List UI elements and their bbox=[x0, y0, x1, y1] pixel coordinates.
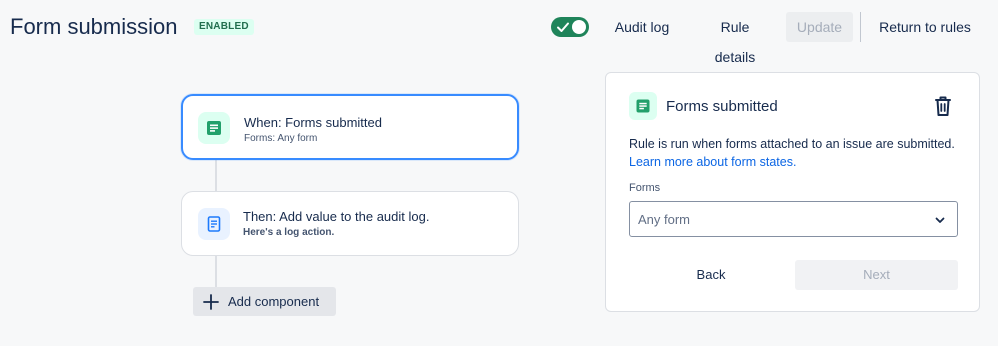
rule-enabled-toggle[interactable] bbox=[551, 17, 589, 37]
back-button[interactable]: Back bbox=[666, 260, 756, 290]
learn-more-link[interactable]: Learn more about form states. bbox=[629, 155, 796, 169]
check-icon bbox=[557, 22, 569, 32]
trigger-node[interactable]: When: Forms submitted Forms: Any form bbox=[181, 94, 519, 160]
panel-title: Forms submitted bbox=[666, 98, 778, 115]
log-icon bbox=[198, 208, 230, 240]
form-icon bbox=[198, 112, 230, 144]
node-subtitle: Forms: Any form bbox=[244, 133, 318, 144]
node-title: When: Forms submitted bbox=[244, 115, 382, 130]
add-component-button[interactable]: Add component bbox=[193, 287, 336, 316]
panel-description: Rule is run when forms attached to an is… bbox=[629, 135, 959, 171]
trash-icon[interactable] bbox=[933, 94, 953, 118]
flow-connector bbox=[215, 160, 217, 191]
page-title: Form submission bbox=[10, 14, 178, 39]
action-node[interactable]: Then: Add value to the audit log. Here's… bbox=[181, 191, 519, 256]
status-badge: ENABLED bbox=[194, 19, 254, 35]
form-icon bbox=[629, 92, 657, 120]
forms-select[interactable]: Any form bbox=[629, 201, 958, 237]
update-button[interactable]: Update bbox=[786, 12, 853, 42]
node-title: Then: Add value to the audit log. bbox=[243, 209, 430, 224]
node-subtitle: Here's a log action. bbox=[243, 227, 335, 238]
header: Form submission ENABLED Audit log Rule d… bbox=[0, 0, 998, 65]
flow-connector bbox=[215, 256, 217, 288]
rule-details-button[interactable]: Rule details bbox=[699, 12, 771, 65]
forms-field-label: Forms bbox=[629, 182, 661, 194]
toggle-knob bbox=[572, 20, 586, 34]
next-button[interactable]: Next bbox=[795, 260, 958, 290]
chevron-down-icon bbox=[935, 217, 945, 223]
add-component-label: Add component bbox=[228, 294, 320, 309]
return-to-rules-button[interactable]: Return to rules bbox=[878, 12, 972, 42]
plus-icon bbox=[203, 294, 219, 310]
audit-log-button[interactable]: Audit log bbox=[613, 12, 671, 42]
component-config-panel: Forms submitted Rule is run when forms a… bbox=[605, 72, 980, 312]
description-text: Rule is run when forms attached to an is… bbox=[629, 137, 955, 151]
header-divider bbox=[860, 12, 861, 42]
forms-select-value: Any form bbox=[638, 212, 691, 227]
